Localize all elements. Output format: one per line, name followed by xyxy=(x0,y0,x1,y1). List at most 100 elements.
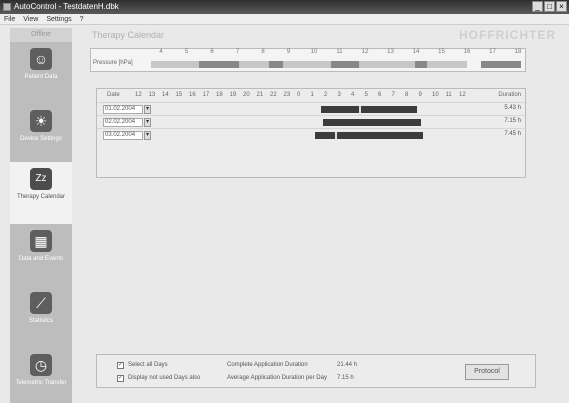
patient-face-icon: ☺ xyxy=(30,48,52,70)
sidebar: Offline ☺ Patient Data ☀ Device Settings… xyxy=(10,28,72,403)
pressure-hour-label: 11 xyxy=(336,49,343,55)
pressure-hour-label: 10 xyxy=(310,49,318,55)
pressure-hour-label: 9 xyxy=(286,49,291,55)
pressure-segment xyxy=(151,61,199,68)
calendar-hour-label: 15 xyxy=(175,92,183,98)
calendar-hour-label: 1 xyxy=(310,92,314,98)
sidebar-item-statistics[interactable]: ⟋ Statistics xyxy=(10,286,72,346)
trend-chart-icon: ⟋ xyxy=(30,292,52,314)
main-panel: Therapy Calendar HOFFRICHTER 4 5 6 7 8 9 10 11 1… xyxy=(84,28,566,400)
date-dropdown-button[interactable]: ▾ xyxy=(144,105,151,114)
calendar-hour-label: 11 xyxy=(445,92,452,98)
pressure-hour-label: 8 xyxy=(261,49,265,55)
sidebar-header: Offline xyxy=(10,28,72,42)
pressure-hour-label: 6 xyxy=(210,49,214,55)
pressure-segment xyxy=(415,61,427,68)
pressure-hour-label: 5 xyxy=(184,49,189,55)
calendar-hour-label: 18 xyxy=(216,92,223,98)
calendar-hour-label: 9 xyxy=(418,92,422,98)
sidebar-item-label: Data and Events xyxy=(18,256,64,262)
calendar-hour-label: 4 xyxy=(351,92,355,98)
usage-bar xyxy=(321,106,417,113)
calendar-hour-label: 13 xyxy=(148,92,156,98)
menu-file[interactable]: File xyxy=(4,14,15,24)
pressure-timeline: 4 5 6 7 8 9 10 11 12 13 14 15 16 17 18 Pressure [hPa] xyxy=(90,48,526,72)
menu-settings[interactable]: Settings xyxy=(46,14,71,24)
pressure-hour-label: 18 xyxy=(514,49,522,55)
pressure-segment xyxy=(359,61,415,68)
table-row[interactable]: 01.02.2004 ▾ 5.43 h xyxy=(97,102,527,115)
date-dropdown-button[interactable]: ▾ xyxy=(144,131,151,140)
calendar-hour-label: 0 xyxy=(297,92,301,98)
sidebar-item-label: Statistics xyxy=(28,318,53,324)
calendar-hour-label: 12 xyxy=(459,92,466,98)
pressure-segment xyxy=(331,61,359,68)
pressure-hour-label: 13 xyxy=(387,49,394,55)
calendar-hour-label: 20 xyxy=(243,92,250,98)
clock-icon: ◷ xyxy=(30,354,52,376)
duration-column-header: Duration xyxy=(498,92,521,98)
calendar-hour-label: 7 xyxy=(391,92,395,98)
sun-icon: ☀ xyxy=(30,110,52,132)
sidebar-item-data-events[interactable]: ▦ Data and Events xyxy=(10,224,72,284)
calendar-hour-label: 5 xyxy=(364,92,368,98)
sidebar-item-label: Therapy Calendar xyxy=(16,194,66,200)
pressure-hour-label: 16 xyxy=(463,49,471,55)
sidebar-item-patient-data[interactable]: ☺ Patient Data xyxy=(10,42,72,102)
date-field[interactable]: 02.02.2004 xyxy=(103,118,143,127)
pressure-hour-label: 17 xyxy=(489,49,496,55)
maximize-button[interactable]: □ xyxy=(544,1,555,12)
menu-help[interactable]: ? xyxy=(80,14,84,24)
calendar-hour-label: 6 xyxy=(378,92,382,98)
pressure-segment xyxy=(283,61,331,68)
select-all-days-checkbox[interactable]: ✓ xyxy=(117,362,124,369)
sidebar-item-label: Telemetric Transfer xyxy=(15,380,67,386)
protocol-button[interactable]: Protocol xyxy=(465,364,509,380)
select-all-days-label: Select all Days xyxy=(128,362,168,368)
average-duration-value: 7.15 h xyxy=(337,375,354,381)
complete-duration-label: Complete Application Duration xyxy=(227,362,308,368)
calendar-hour-label: 3 xyxy=(337,92,341,98)
brand-logo: HOFFRICHTER xyxy=(459,28,556,42)
calendar-hour-label: 23 xyxy=(283,92,291,98)
display-unused-days-label: Display not used Days also xyxy=(128,375,201,381)
close-button[interactable]: × xyxy=(556,1,567,12)
sidebar-item-therapy-calendar[interactable]: Zz Therapy Calendar xyxy=(10,162,72,224)
calendar-header: Date 12 13 14 15 16 17 18 19 20 21 22 23 0 1 2 3 4 5 6 7 8 9 1… xyxy=(97,89,527,101)
calendar-hour-label: 16 xyxy=(189,92,196,98)
calendar-hour-label: 2 xyxy=(324,92,328,98)
pressure-segment xyxy=(427,61,467,68)
calendar-hour-label: 22 xyxy=(270,92,277,98)
calendar-hour-label: 14 xyxy=(162,92,169,98)
date-dropdown-button[interactable]: ▾ xyxy=(144,118,151,127)
summary-panel: ✓ Select all Days ✓ Display not used Day… xyxy=(96,354,536,388)
table-row[interactable]: 02.02.2004 ▾ 7.15 h xyxy=(97,115,527,128)
usage-bar xyxy=(315,132,423,139)
date-field[interactable]: 03.02.2004 xyxy=(103,131,143,140)
usage-gap xyxy=(335,132,337,139)
minimize-button[interactable]: _ xyxy=(532,1,543,12)
title-bar: AutoControl - TestdatenH.dbk _ □ × xyxy=(0,0,569,14)
date-column-header: Date xyxy=(107,92,120,98)
page-title: Therapy Calendar xyxy=(92,30,165,40)
pressure-hour-label: 4 xyxy=(159,49,163,55)
pressure-hour-label: 14 xyxy=(412,49,420,55)
sidebar-item-label: Patient Data xyxy=(24,74,58,80)
pressure-segment xyxy=(269,61,283,68)
calendar-hour-label: 12 xyxy=(135,92,142,98)
sidebar-item-device-settings[interactable]: ☀ Device Settings xyxy=(10,104,72,164)
app-icon xyxy=(3,3,11,11)
calendar-hour-label: 21 xyxy=(256,92,264,98)
calendar-hour-label: 19 xyxy=(229,92,237,98)
menu-view[interactable]: View xyxy=(23,14,38,24)
display-unused-days-checkbox[interactable]: ✓ xyxy=(117,375,124,382)
date-field[interactable]: 01.02.2004 xyxy=(103,105,143,114)
duration-value: 7.15 h xyxy=(504,118,521,124)
calendar-hour-label: 17 xyxy=(202,92,210,98)
table-row[interactable]: 03.02.2004 ▾ 7.45 h xyxy=(97,128,527,141)
pressure-hour-label: 15 xyxy=(438,49,445,55)
usage-gap xyxy=(359,106,361,113)
therapy-calendar-table: Date 12 13 14 15 16 17 18 19 20 21 22 23 0 1 2 3 4 5 6 7 8 9 1… xyxy=(96,88,527,178)
pressure-hour-label: 12 xyxy=(361,49,369,55)
sidebar-item-telemetric-transfer[interactable]: ◷ Telemetric Transfer xyxy=(10,348,72,403)
